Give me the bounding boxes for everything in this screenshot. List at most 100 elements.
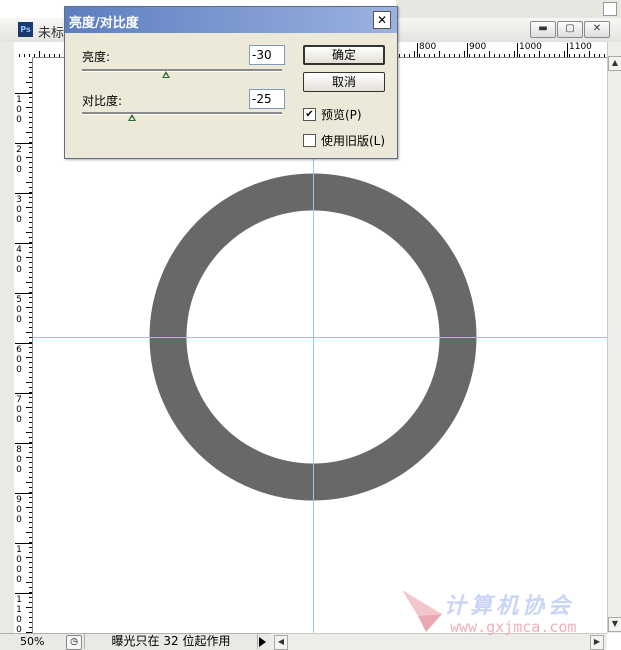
dialog-titlebar[interactable]: 亮度/对比度 [65, 7, 397, 33]
ruler-minor-tick [29, 142, 32, 143]
ruler-minor-tick [29, 287, 32, 288]
top-strip [396, 0, 621, 18]
ruler-minor-tick [26, 482, 32, 483]
ruler-minor-tick [29, 462, 32, 463]
ruler-minor-tick [529, 54, 530, 57]
legacy-label[interactable]: 使用旧版(L) [321, 132, 385, 149]
ruler-minor-tick [554, 54, 555, 57]
restore-button[interactable]: ▢ [557, 21, 583, 38]
ruler-minor-tick [504, 54, 505, 57]
ruler-minor-tick [29, 72, 32, 73]
ruler-minor-tick [39, 51, 40, 57]
close-button[interactable]: ✕ [584, 21, 610, 38]
contrast-slider-thumb[interactable] [128, 114, 136, 121]
brightness-input[interactable]: -30 [249, 45, 285, 65]
preview-label[interactable]: 预览(P) [321, 106, 362, 123]
vertical-scrollbar[interactable]: ▲ ▼ [607, 42, 621, 633]
ruler-label: 800 [419, 42, 437, 52]
ruler-major-tick [15, 493, 32, 494]
ruler-minor-tick [34, 54, 35, 57]
ruler-minor-tick [29, 367, 32, 368]
ruler-minor-tick [494, 54, 495, 57]
ruler-minor-tick [26, 232, 32, 233]
preview-checkbox[interactable]: ✔ [303, 108, 316, 121]
brightness-slider-thumb[interactable] [162, 71, 170, 78]
ruler-minor-tick [26, 207, 32, 208]
ruler-minor-tick [534, 54, 535, 57]
ruler-minor-tick [484, 54, 485, 57]
ruler-minor-tick [29, 162, 32, 163]
ruler-minor-tick [26, 257, 32, 258]
ruler-minor-tick [26, 432, 32, 433]
ruler-minor-tick [29, 172, 32, 173]
ruler-minor-tick [434, 54, 435, 57]
vertical-ruler[interactable]: 100 200 300 400 500 600 700 800 900 1000 1100 [14, 57, 33, 633]
ruler-minor-tick [29, 627, 32, 628]
status-info-icon[interactable]: ◷ [66, 635, 82, 650]
ruler-label: 1100 [16, 595, 22, 633]
ruler-minor-tick [419, 54, 420, 57]
ruler-minor-tick [454, 54, 455, 57]
scroll-left-icon[interactable]: ◀ [274, 635, 288, 650]
ruler-major-tick [15, 593, 32, 594]
ruler-minor-tick [559, 54, 560, 57]
ruler-label: 800 [16, 445, 22, 475]
contrast-slider-track[interactable] [82, 112, 282, 115]
ruler-minor-tick [29, 377, 32, 378]
ruler-minor-tick [26, 407, 32, 408]
ruler-major-tick [15, 243, 32, 244]
document-title: 未标 [38, 26, 65, 41]
ruler-minor-tick [29, 477, 32, 478]
ruler-minor-tick [29, 347, 32, 348]
ruler-major-tick [15, 543, 32, 544]
scroll-up-icon[interactable]: ▲ [608, 56, 621, 71]
zoom-level[interactable]: 50% [20, 635, 60, 648]
ruler-minor-tick [29, 602, 32, 603]
ruler-minor-tick [29, 252, 32, 253]
scroll-down-icon[interactable]: ▼ [608, 617, 621, 632]
watermark-url: www.gxjmca.com [450, 618, 577, 636]
ruler-minor-tick [29, 392, 32, 393]
contrast-input[interactable]: -25 [249, 89, 285, 109]
ruler-minor-tick [29, 452, 32, 453]
ruler-minor-tick [29, 402, 32, 403]
horizontal-guide[interactable] [33, 337, 607, 338]
ruler-minor-tick [29, 277, 32, 278]
ruler-minor-tick [26, 182, 32, 183]
ruler-minor-tick [26, 132, 32, 133]
ruler-minor-tick [499, 54, 500, 57]
ruler-minor-tick [29, 292, 32, 293]
status-menu-arrow-icon[interactable] [259, 637, 266, 647]
ruler-minor-tick [29, 352, 32, 353]
dialog-close-icon[interactable]: ✕ [373, 11, 391, 29]
ruler-minor-tick [29, 327, 32, 328]
ruler-minor-tick [544, 54, 545, 57]
brightness-slider-track[interactable] [82, 69, 282, 72]
ruler-major-tick [15, 393, 32, 394]
ruler-minor-tick [29, 562, 32, 563]
ruler-minor-tick [26, 332, 32, 333]
photoshop-icon: Ps [18, 22, 33, 37]
legacy-checkbox[interactable] [303, 134, 316, 147]
ruler-minor-tick [29, 97, 32, 98]
minimize-button[interactable]: ▬ [530, 21, 556, 38]
ruler-label: 1000 [16, 545, 22, 585]
ruler-minor-tick [29, 177, 32, 178]
ruler-minor-tick [449, 54, 450, 57]
ok-button[interactable]: 确定 [303, 45, 385, 65]
ruler-minor-tick [564, 51, 565, 57]
ruler-minor-tick [404, 54, 405, 57]
ruler-minor-tick [29, 552, 32, 553]
cancel-button[interactable]: 取消 [303, 72, 385, 92]
ruler-minor-tick [29, 197, 32, 198]
brightness-contrast-dialog: 亮度/对比度 ✕ 亮度: -30 对比度: -25 确定 取消 ✔ 预览(P) … [64, 6, 398, 159]
ruler-minor-tick [29, 122, 32, 123]
ruler-minor-tick [29, 397, 32, 398]
ruler-minor-tick [524, 54, 525, 57]
ruler-minor-tick [29, 447, 32, 448]
ruler-minor-tick [539, 51, 540, 57]
ruler-minor-tick [29, 77, 32, 78]
ruler-major-tick [15, 143, 32, 144]
ruler-minor-tick [26, 82, 32, 83]
ruler-minor-tick [574, 54, 575, 57]
